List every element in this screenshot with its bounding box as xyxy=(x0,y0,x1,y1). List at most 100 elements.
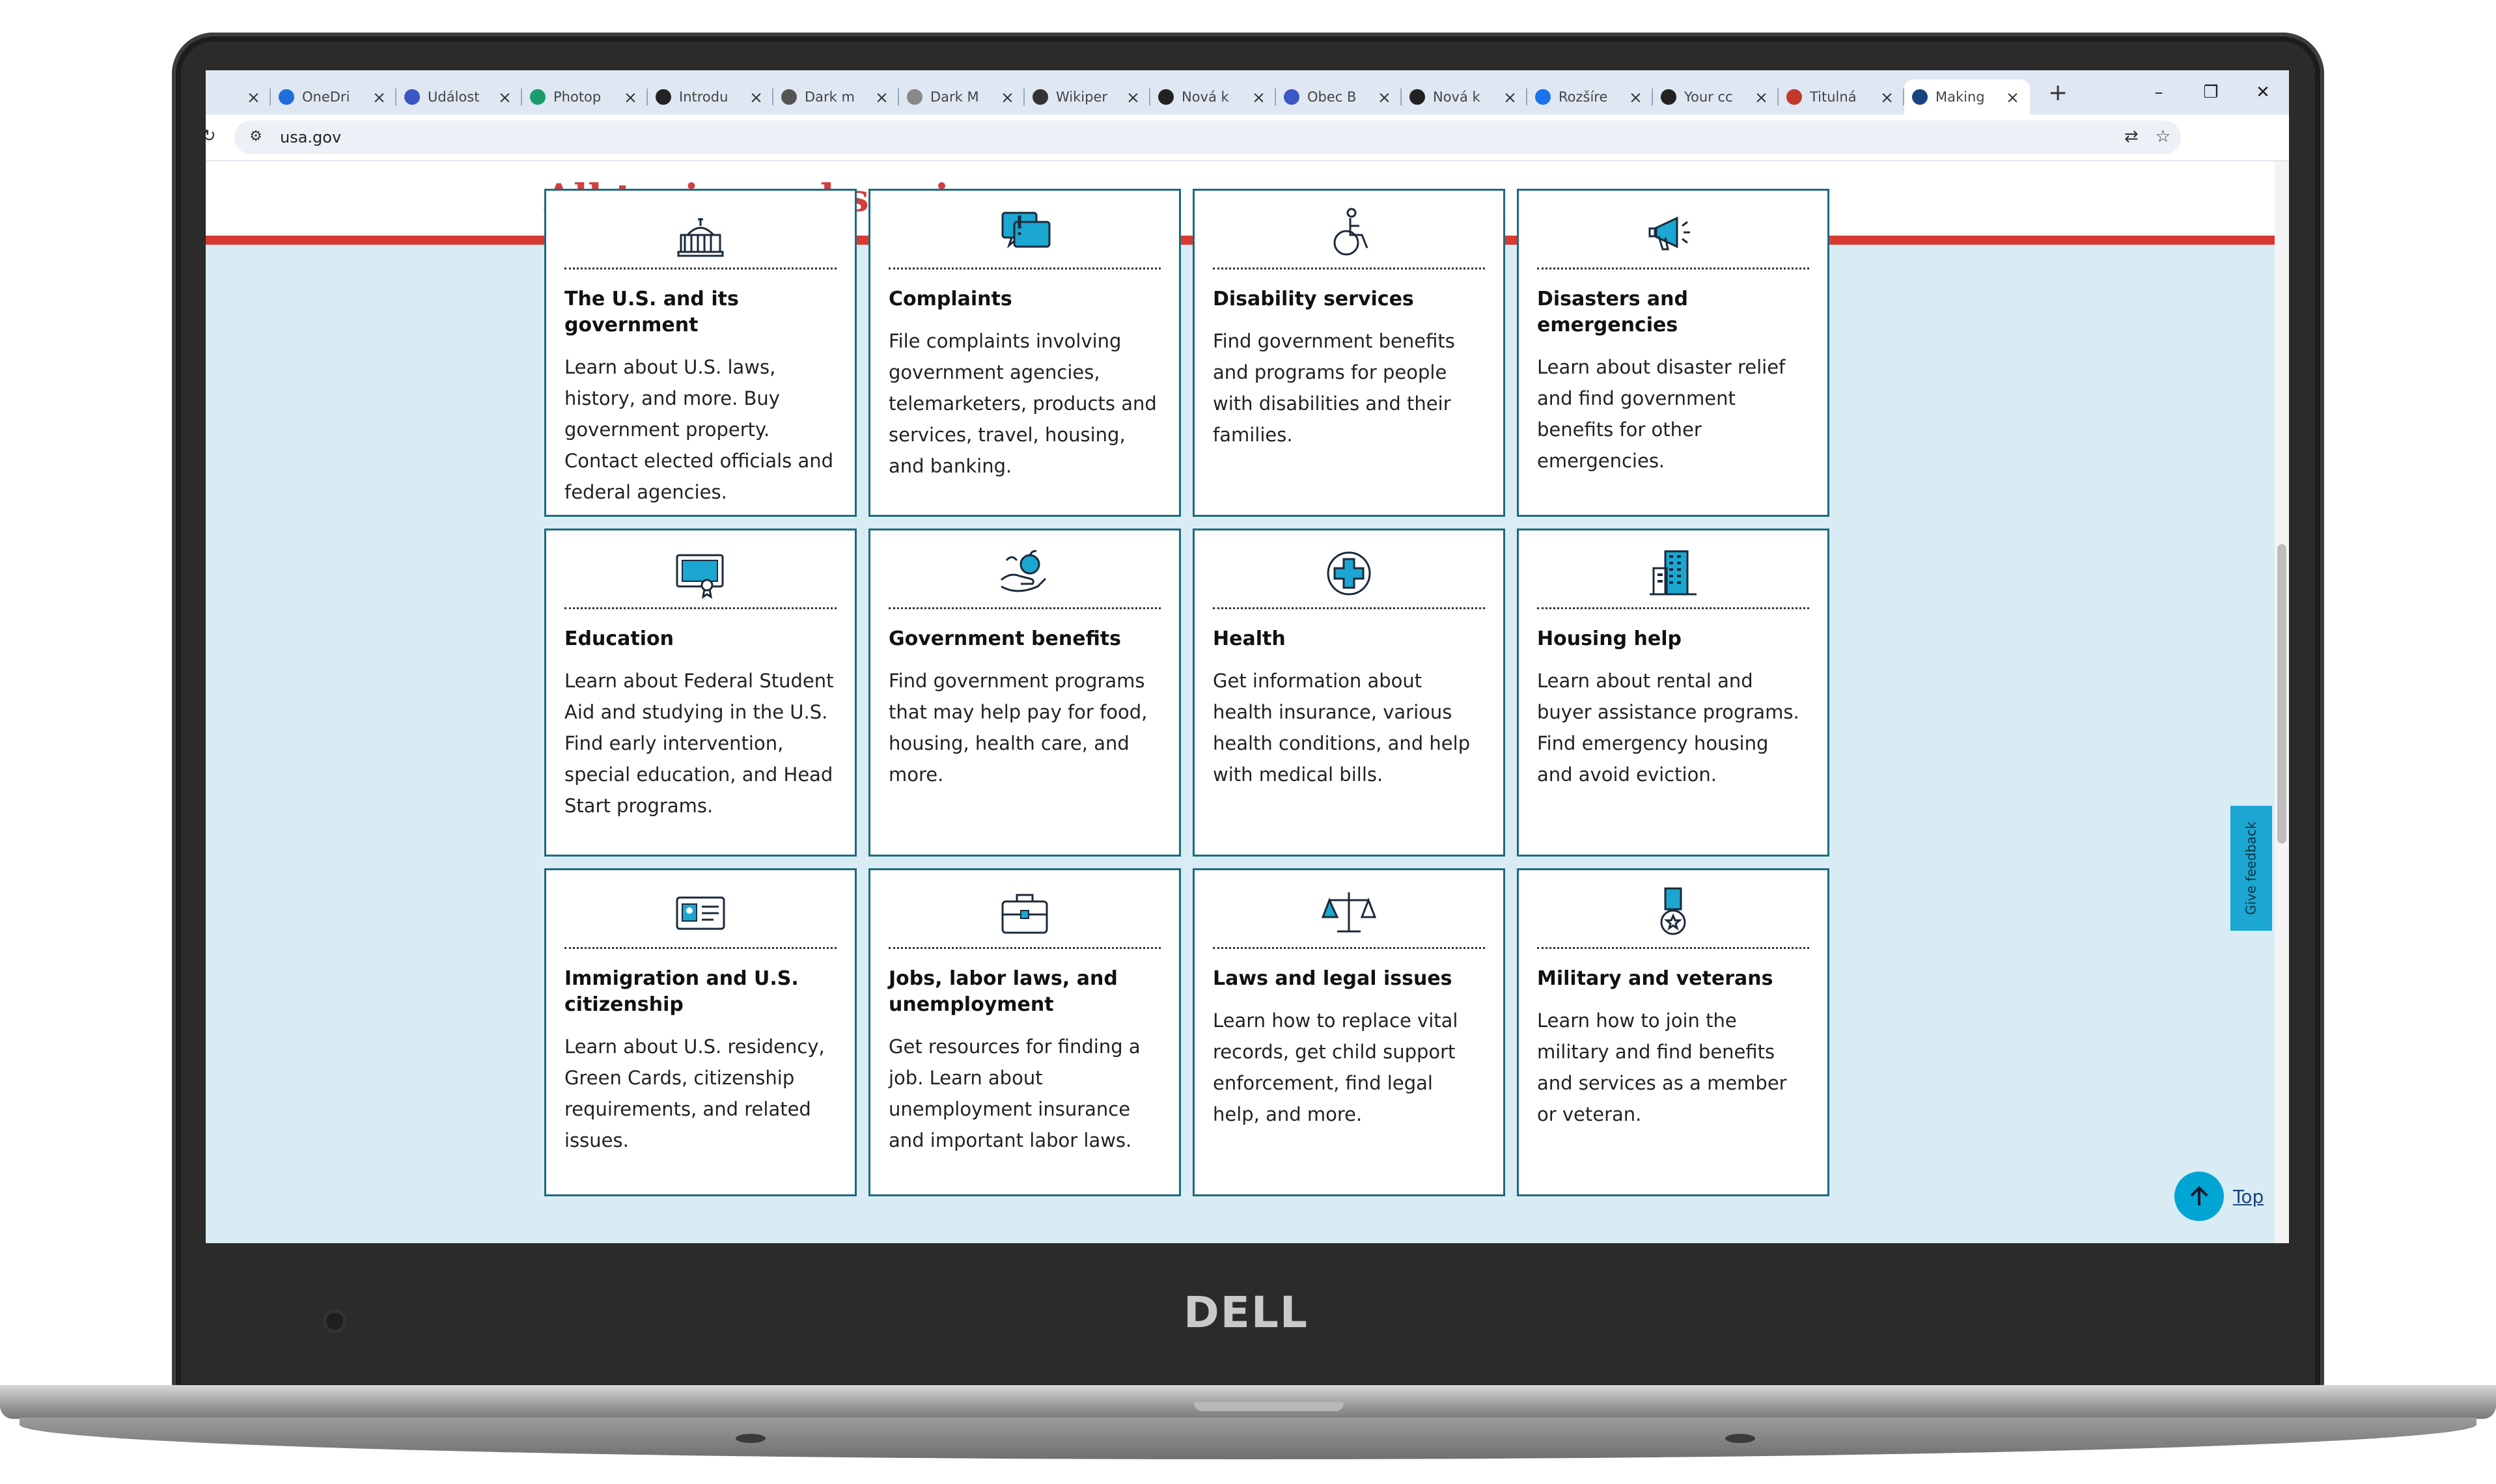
topic-card[interactable]: Housing help Learn about rental and buyer… xyxy=(1517,529,1829,857)
topic-title[interactable]: Disasters and emergencies xyxy=(1537,286,1809,338)
capitol-building-icon xyxy=(677,218,724,257)
topic-card[interactable]: Complaints File complaints involving gove… xyxy=(868,189,1181,517)
tab-title: Dark M xyxy=(930,89,979,105)
browser-tab[interactable]: Wikiper × xyxy=(1025,79,1150,115)
tab-title: Introdu xyxy=(679,89,728,105)
topic-title[interactable]: Government benefits xyxy=(889,626,1161,652)
feedback-label: Give feedback xyxy=(2243,821,2259,915)
new-tab-button[interactable]: + xyxy=(2048,79,2068,106)
browser-tab[interactable]: Your cc × xyxy=(1653,79,1779,115)
github-icon xyxy=(656,89,671,105)
topic-card[interactable]: Health Get information about health insur… xyxy=(1193,529,1505,857)
id-card-icon xyxy=(676,896,725,930)
card-divider xyxy=(1537,268,1809,269)
scrollbar-thumb[interactable] xyxy=(2277,544,2286,844)
close-tab-icon[interactable]: × xyxy=(498,88,512,107)
tab-title: Událost xyxy=(428,89,480,105)
browser-tab[interactable]: Introdu × xyxy=(648,79,773,115)
close-window-button[interactable]: ✕ xyxy=(2237,83,2289,102)
topic-card[interactable]: Immigration and U.S. citizenship Learn ab… xyxy=(544,868,857,1196)
puzzle-icon xyxy=(1535,89,1551,105)
toolbar-actions: · xyxy=(2277,125,2282,146)
hand-apple-icon xyxy=(1001,550,1047,592)
topic-description: Learn about rental and buyer assistance … xyxy=(1537,670,1799,786)
close-tab-icon[interactable]: × xyxy=(1754,88,1768,107)
scales-of-justice-icon xyxy=(1322,892,1376,933)
topic-card[interactable]: Disasters and emergencies Learn about dis… xyxy=(1517,189,1829,517)
topic-title[interactable]: Disability services xyxy=(1213,286,1485,312)
topic-title[interactable]: Complaints xyxy=(889,286,1161,312)
tab-title: Obec B xyxy=(1307,89,1357,105)
browser-tab[interactable]: Nová k × xyxy=(1150,79,1276,115)
topic-title[interactable]: The U.S. and its government xyxy=(564,286,837,338)
feedback-tab[interactable]: Give feedback xyxy=(2230,806,2272,931)
browser-tab[interactable]: OneDri × xyxy=(271,79,396,115)
browser-tab[interactable]: Obec B × xyxy=(1276,79,1402,115)
close-tab-icon[interactable]: × xyxy=(1001,88,1014,107)
bookmark-star-icon[interactable]: ☆ xyxy=(2156,127,2170,146)
close-tab-icon[interactable]: × xyxy=(749,88,763,107)
screen: × OneDri × Událost × Photop × Introdu × Dark m × Da… xyxy=(206,70,2289,1243)
topic-card[interactable]: Government benefits Find government progr… xyxy=(868,529,1181,857)
close-tab-icon[interactable]: × xyxy=(247,88,260,107)
arrow-up-icon[interactable] xyxy=(2174,1172,2224,1221)
browser-tab[interactable]: Rozšíre × xyxy=(1527,79,1653,115)
back-to-top[interactable]: Top xyxy=(2174,1172,2264,1221)
browser-tab[interactable]: Dark M × xyxy=(899,79,1025,115)
card-divider xyxy=(889,607,1161,609)
topic-description: Learn about U.S. residency, Green Cards,… xyxy=(564,1036,825,1151)
shield-icon xyxy=(1284,89,1299,105)
topic-card[interactable]: Jobs, labor laws, and unemployment Get re… xyxy=(868,868,1181,1196)
topic-title[interactable]: Health xyxy=(1213,626,1485,652)
tab-strip: × OneDri × Událost × Photop × Introdu × Dark m × Da… xyxy=(206,70,2289,115)
topic-card[interactable]: The U.S. and its government Learn about U… xyxy=(544,189,857,517)
browser-tab[interactable]: Titulná × xyxy=(1779,79,1904,115)
close-tab-icon[interactable]: × xyxy=(624,88,637,107)
close-tab-icon[interactable]: × xyxy=(1880,88,1894,107)
topic-title[interactable]: Military and veterans xyxy=(1537,966,1809,992)
topic-description: Get resources for finding a job. Learn a… xyxy=(889,1036,1141,1151)
site-settings-icon[interactable]: ⚙ xyxy=(246,127,266,146)
close-tab-icon[interactable]: × xyxy=(1252,88,1266,107)
browser-tab[interactable]: Nová k × xyxy=(1402,79,1527,115)
topic-card[interactable]: Disability services Find government benef… xyxy=(1193,189,1505,517)
topic-title[interactable]: Laws and legal issues xyxy=(1213,966,1485,992)
topic-description: Find government benefits and programs fo… xyxy=(1213,330,1455,446)
address-bar[interactable]: ⚙ usa.gov ⇄ ☆ xyxy=(234,120,2181,154)
usagov-icon xyxy=(1912,89,1928,105)
browser-tab[interactable]: Making × xyxy=(1904,79,2030,115)
topic-title[interactable]: Housing help xyxy=(1537,626,1809,652)
topic-card[interactable]: Education Learn about Federal Student Aid… xyxy=(544,529,857,857)
url-text[interactable]: usa.gov xyxy=(280,127,341,148)
wheelchair-icon xyxy=(1333,208,1368,256)
close-tab-icon[interactable]: × xyxy=(875,88,889,107)
browser-tab[interactable]: Photop × xyxy=(522,79,648,115)
close-tab-icon[interactable]: × xyxy=(2006,88,2019,107)
browser-tab[interactable]: Dark m × xyxy=(773,79,899,115)
close-tab-icon[interactable]: × xyxy=(1126,88,1140,107)
topic-title[interactable]: Education xyxy=(564,626,837,652)
generic-icon xyxy=(781,89,797,105)
card-divider xyxy=(889,268,1161,269)
top-link[interactable]: Top xyxy=(2233,1186,2264,1207)
photopea-icon xyxy=(530,89,546,105)
tab-title: Nová k xyxy=(1182,89,1229,105)
close-tab-icon[interactable]: × xyxy=(1629,88,1643,107)
minimize-button[interactable]: – xyxy=(2133,83,2185,102)
browser-tab[interactable]: Událost × xyxy=(396,79,522,115)
topic-card[interactable]: Laws and legal issues Learn how to replac… xyxy=(1193,868,1505,1196)
topic-card[interactable]: Military and veterans Learn how to join t… xyxy=(1517,868,1829,1196)
chatgpt-icon xyxy=(1409,89,1425,105)
restore-button[interactable]: ❐ xyxy=(2185,83,2237,102)
close-tab-icon[interactable]: × xyxy=(1378,88,1391,107)
close-tab-icon[interactable]: × xyxy=(372,88,386,107)
tab-list: × OneDri × Událost × Photop × Introdu × Dark m × Da… xyxy=(206,70,2030,115)
laptop-base-underside xyxy=(20,1418,2476,1459)
topic-title[interactable]: Immigration and U.S. citizenship xyxy=(564,966,837,1018)
translate-icon[interactable]: ⇄ xyxy=(2124,127,2139,146)
browser-tab[interactable]: × xyxy=(206,79,271,115)
close-tab-icon[interactable]: × xyxy=(1503,88,1517,107)
topic-title[interactable]: Jobs, labor laws, and unemployment xyxy=(889,966,1161,1018)
address-bar-actions: ⇄ ☆ xyxy=(2124,127,2170,146)
reload-icon[interactable]: ↻ xyxy=(206,126,216,146)
